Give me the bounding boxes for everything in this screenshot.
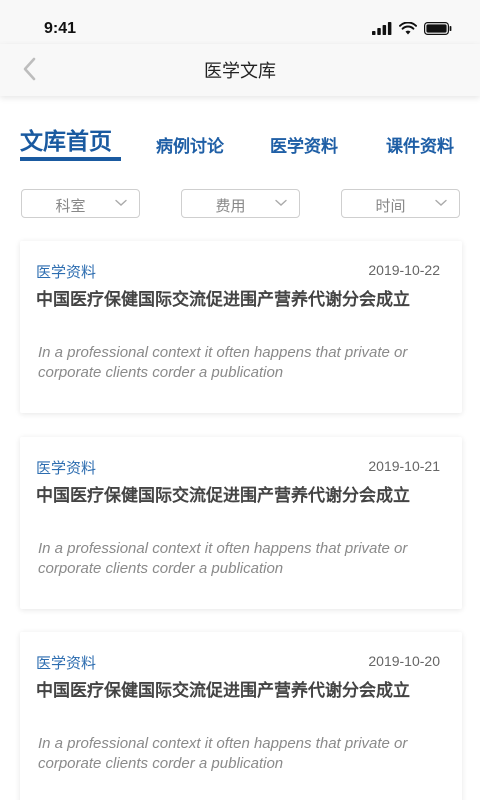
page-title: 医学文库 xyxy=(204,61,276,82)
filter-bar: 科室 费用 时间 xyxy=(0,189,480,219)
department-filter-dropdown[interactable]: 科室 xyxy=(21,189,140,218)
cellular-signal-icon xyxy=(372,20,392,39)
filter-label: 时间 xyxy=(375,197,406,215)
chevron-down-icon xyxy=(435,199,447,206)
article-description: In a professional context it often happe… xyxy=(38,344,408,381)
article-date: 2019-10-22 xyxy=(368,262,440,278)
article-category: 医学资料 xyxy=(36,459,97,477)
tab-medical-materials[interactable]: 医学资料 xyxy=(270,132,338,157)
article-date: 2019-10-20 xyxy=(368,653,440,669)
status-bar: 9:41 xyxy=(0,0,480,44)
cost-filter-dropdown[interactable]: 费用 xyxy=(181,189,300,218)
article-card[interactable]: 医学资料 2019-10-20 中国医疗保健国际交流促进围产营养代谢分会成立 I… xyxy=(20,632,462,800)
tab-library-home[interactable]: 文库首页 xyxy=(20,122,112,156)
tab-case-discussion[interactable]: 病例讨论 xyxy=(156,132,224,157)
battery-icon xyxy=(424,20,452,39)
time-filter-dropdown[interactable]: 时间 xyxy=(341,189,460,218)
status-time: 9:41 xyxy=(44,20,77,37)
article-description: In a professional context it often happe… xyxy=(38,540,408,577)
wifi-icon xyxy=(399,20,417,39)
category-tabs: 文库首页 病例讨论 医学资料 课件资料 xyxy=(0,110,480,170)
status-icons xyxy=(372,20,452,39)
navigation-bar: 医学文库 xyxy=(0,44,480,96)
chevron-down-icon xyxy=(275,199,287,206)
article-description: In a professional context it often happe… xyxy=(38,735,408,772)
article-title: 中国医疗保健国际交流促进围产营养代谢分会成立 xyxy=(36,290,410,310)
article-date: 2019-10-21 xyxy=(368,458,440,474)
filter-label: 科室 xyxy=(55,197,86,215)
article-category: 医学资料 xyxy=(36,263,97,281)
chevron-down-icon xyxy=(115,199,127,206)
article-title: 中国医疗保健国际交流促进围产营养代谢分会成立 xyxy=(36,486,410,506)
article-category: 医学资料 xyxy=(36,654,97,672)
article-card[interactable]: 医学资料 2019-10-22 中国医疗保健国际交流促进围产营养代谢分会成立 I… xyxy=(20,241,462,413)
tab-courseware[interactable]: 课件资料 xyxy=(386,132,454,157)
article-title: 中国医疗保健国际交流促进围产营养代谢分会成立 xyxy=(36,681,410,701)
active-tab-underline xyxy=(20,157,121,161)
filter-label: 费用 xyxy=(215,197,246,215)
article-card[interactable]: 医学资料 2019-10-21 中国医疗保健国际交流促进围产营养代谢分会成立 I… xyxy=(20,437,462,609)
